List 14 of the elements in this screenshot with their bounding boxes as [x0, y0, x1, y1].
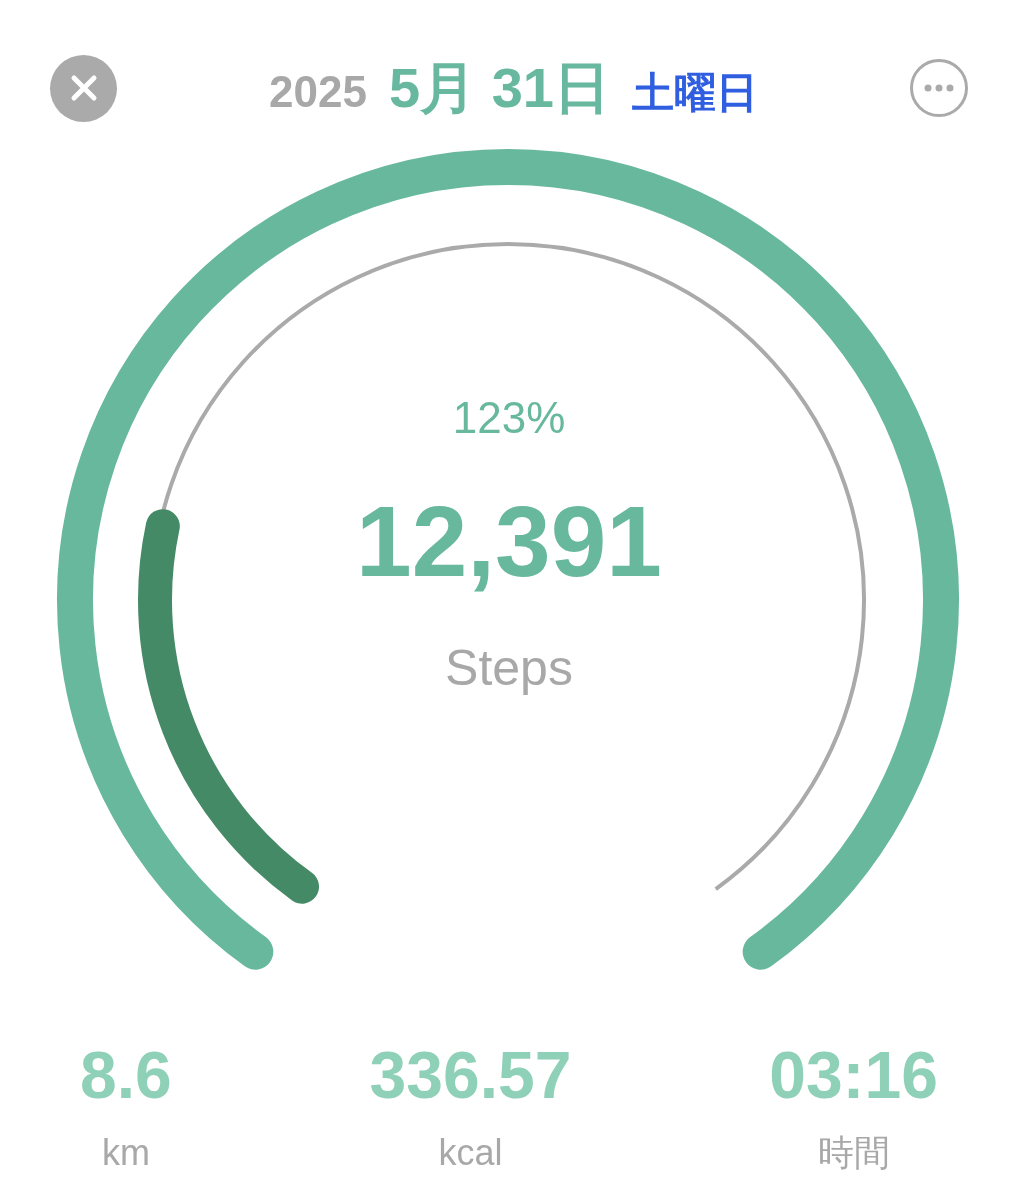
percent-text: 123% [452, 392, 566, 444]
more-icon [924, 84, 954, 92]
date-year: 2025 [269, 66, 367, 118]
stat-unit: kcal [438, 1131, 503, 1175]
stat-unit: 時間 [817, 1131, 890, 1175]
date-month-day: 5月 31日 [388, 46, 610, 130]
steps-value: 12,391 [356, 491, 662, 591]
stat-unit: km [101, 1131, 150, 1175]
stat-value: 8.6 [80, 1042, 172, 1108]
stat-value: 336.57 [369, 1042, 572, 1108]
stat-value: 03:16 [769, 1042, 938, 1108]
steps-label: Steps [445, 639, 573, 698]
date-weekday: 土曜日 [631, 68, 758, 118]
more-button[interactable] [910, 59, 968, 117]
